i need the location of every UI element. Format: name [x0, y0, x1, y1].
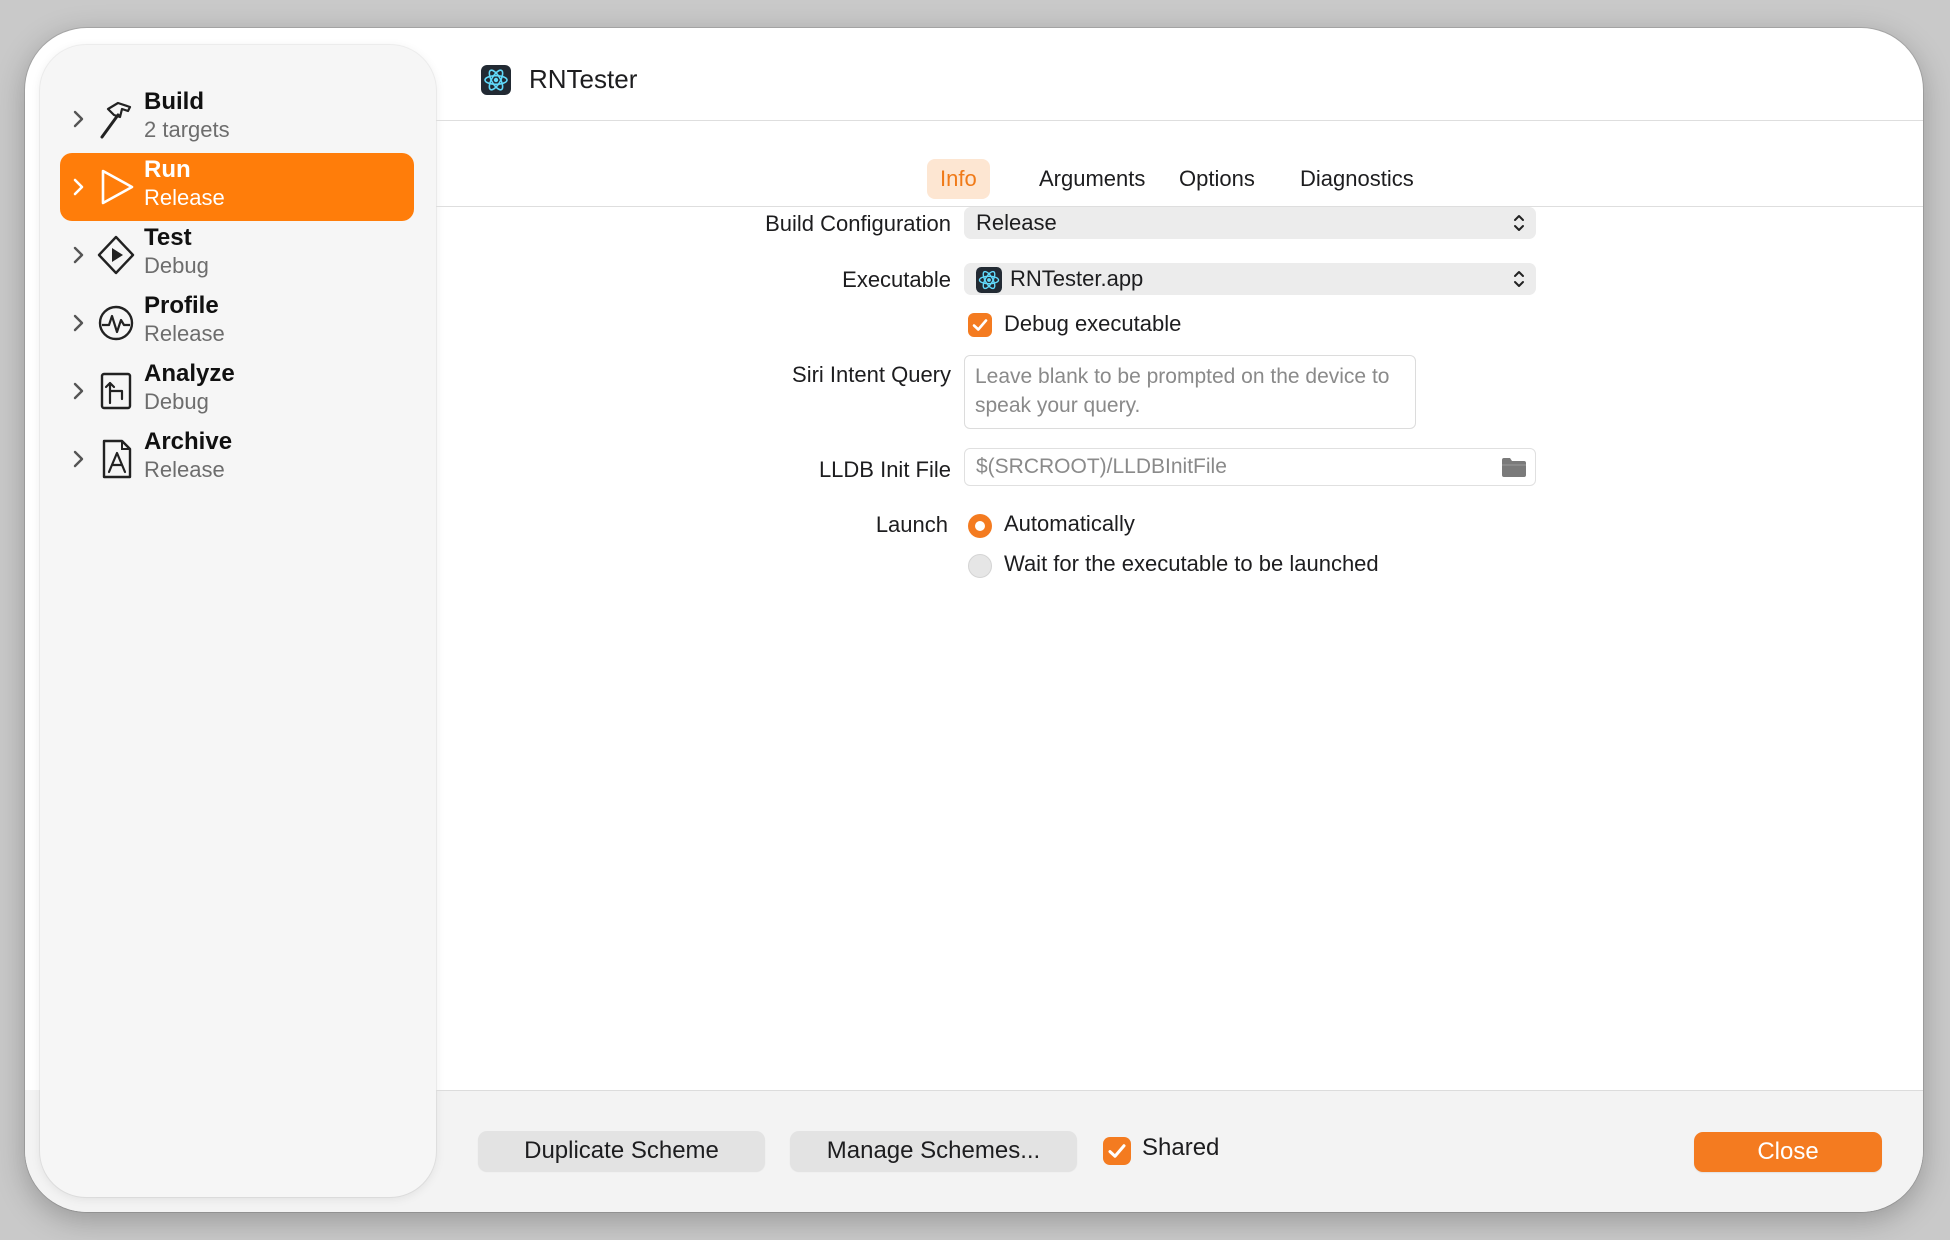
manage-schemes-button[interactable]: Manage Schemes...	[790, 1131, 1077, 1171]
up-down-arrows-icon	[1512, 212, 1526, 234]
lldb-init-file-label: LLDB Init File	[818, 457, 951, 482]
up-down-arrows-icon	[1512, 268, 1526, 290]
react-atom-icon	[976, 267, 1002, 293]
debug-executable-checkbox[interactable]	[968, 313, 992, 337]
sidebar-item-subtitle: Debug	[144, 389, 209, 414]
chevron-right-icon[interactable]	[70, 173, 88, 201]
chevron-right-icon[interactable]	[70, 241, 88, 269]
shared-checkbox[interactable]	[1103, 1137, 1131, 1165]
executable-value: RNTester.app	[1010, 266, 1144, 291]
sidebar-item-subtitle: Debug	[144, 253, 209, 278]
scheme-title: RNTester	[529, 64, 638, 94]
diamond-play-icon	[96, 233, 136, 277]
tab-options[interactable]: Options	[1166, 159, 1268, 199]
sidebar-item-title: Profile	[144, 292, 219, 319]
react-atom-icon	[481, 65, 511, 95]
executable-popup[interactable]: RNTester.app	[964, 263, 1536, 295]
chevron-right-icon[interactable]	[70, 445, 88, 473]
build-configuration-value: Release	[976, 210, 1057, 235]
tab-info[interactable]: Info	[927, 159, 990, 199]
scheme-header: RNTester	[436, 28, 1923, 121]
analyze-icon	[96, 369, 136, 413]
sidebar-item-title: Analyze	[144, 360, 235, 387]
chevron-right-icon[interactable]	[70, 309, 88, 337]
siri-intent-query-input[interactable]: Leave blank to be prompted on the device…	[964, 355, 1416, 429]
launch-wait-radio[interactable]	[968, 554, 992, 578]
hammer-icon	[96, 97, 136, 141]
close-button[interactable]: Close	[1694, 1132, 1882, 1172]
archive-icon	[96, 437, 136, 481]
launch-automatically-radio[interactable]	[968, 514, 992, 538]
build-configuration-popup[interactable]: Release	[964, 207, 1536, 239]
play-icon	[96, 165, 136, 209]
scheme-editor-window: Build 2 targets Run Release Test Debug P…	[25, 28, 1923, 1212]
build-configuration-label: Build Configuration	[765, 211, 951, 236]
launch-label: Launch	[875, 512, 948, 537]
lldb-init-file-placeholder: $(SRCROOT)/LLDBInitFile	[976, 455, 1227, 478]
folder-icon[interactable]	[1501, 456, 1527, 478]
sidebar-item-analyze[interactable]: Analyze Debug	[60, 357, 414, 425]
executable-label: Executable	[842, 267, 951, 292]
tab-bar: Info Arguments Options Diagnostics	[436, 121, 1923, 207]
sidebar-item-run[interactable]: Run Release	[60, 153, 414, 221]
sidebar-item-test[interactable]: Test Debug	[60, 221, 414, 289]
tab-arguments[interactable]: Arguments	[1026, 159, 1158, 199]
duplicate-scheme-button[interactable]: Duplicate Scheme	[478, 1131, 765, 1171]
waveform-icon	[96, 301, 136, 345]
sidebar-item-build[interactable]: Build 2 targets	[60, 85, 414, 153]
footer-divider	[436, 1090, 1923, 1091]
sidebar-item-subtitle: Release	[144, 321, 225, 346]
launch-automatically-label: Automatically	[1004, 511, 1135, 536]
lldb-init-file-input[interactable]: $(SRCROOT)/LLDBInitFile	[964, 448, 1536, 486]
sidebar-item-title: Run	[144, 156, 191, 183]
siri-intent-query-label: Siri Intent Query	[792, 362, 951, 387]
launch-wait-label: Wait for the executable to be launched	[1004, 551, 1379, 576]
sidebar-item-title: Test	[144, 224, 192, 251]
sidebar-item-title: Build	[144, 88, 204, 115]
sidebar-item-profile[interactable]: Profile Release	[60, 289, 414, 357]
debug-executable-label: Debug executable	[1004, 311, 1182, 336]
sidebar-item-subtitle: Release	[144, 185, 225, 210]
chevron-right-icon[interactable]	[70, 377, 88, 405]
sidebar-item-subtitle: 2 targets	[144, 117, 230, 142]
sidebar-item-archive[interactable]: Archive Release	[60, 425, 414, 493]
sidebar-item-subtitle: Release	[144, 457, 225, 482]
sidebar-item-title: Archive	[144, 428, 233, 455]
shared-label: Shared	[1142, 1134, 1220, 1161]
scheme-actions-sidebar: Build 2 targets Run Release Test Debug P…	[40, 45, 436, 1197]
chevron-right-icon[interactable]	[70, 105, 88, 133]
tab-diagnostics[interactable]: Diagnostics	[1287, 159, 1427, 199]
